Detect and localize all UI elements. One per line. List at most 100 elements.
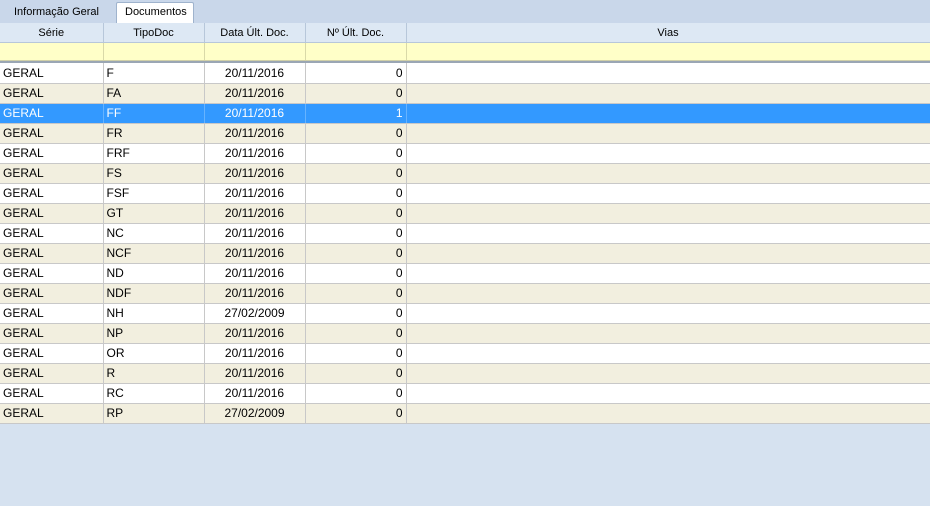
cell-tipodoc[interactable]: NP (103, 323, 205, 344)
column-header-data-ult-doc[interactable]: Data Últ. Doc. (204, 23, 306, 43)
cell-serie[interactable]: GERAL (0, 63, 104, 84)
cell-serie[interactable]: GERAL (0, 123, 104, 144)
cell-vias[interactable] (406, 363, 930, 384)
cell-tipodoc[interactable]: FS (103, 163, 205, 184)
cell-num-ult-doc[interactable]: 0 (305, 283, 407, 304)
cell-serie[interactable]: GERAL (0, 263, 104, 284)
cell-data-ult-doc[interactable]: 20/11/2016 (204, 103, 306, 124)
table-row[interactable]: GERAL RC 20/11/2016 0 (0, 383, 930, 404)
cell-tipodoc[interactable]: FF (103, 103, 205, 124)
cell-vias[interactable] (406, 123, 930, 144)
cell-data-ult-doc[interactable]: 20/11/2016 (204, 363, 306, 384)
cell-vias[interactable] (406, 63, 930, 84)
cell-vias[interactable] (406, 243, 930, 264)
cell-tipodoc[interactable]: GT (103, 203, 205, 224)
table-row[interactable]: GERAL NP 20/11/2016 0 (0, 323, 930, 344)
cell-data-ult-doc[interactable]: 20/11/2016 (204, 203, 306, 224)
cell-serie[interactable]: GERAL (0, 243, 104, 264)
cell-data-ult-doc[interactable]: 20/11/2016 (204, 163, 306, 184)
cell-serie[interactable]: GERAL (0, 363, 104, 384)
cell-tipodoc[interactable]: ND (103, 263, 205, 284)
filter-cell-tipodoc[interactable] (103, 42, 205, 61)
column-header-serie[interactable]: Série (0, 23, 104, 43)
cell-serie[interactable]: GERAL (0, 343, 104, 364)
cell-tipodoc[interactable]: FR (103, 123, 205, 144)
cell-num-ult-doc[interactable]: 0 (305, 263, 407, 284)
cell-num-ult-doc[interactable]: 0 (305, 183, 407, 204)
cell-num-ult-doc[interactable]: 0 (305, 343, 407, 364)
cell-num-ult-doc[interactable]: 0 (305, 323, 407, 344)
table-row[interactable]: GERAL R 20/11/2016 0 (0, 363, 930, 384)
cell-vias[interactable] (406, 83, 930, 104)
cell-num-ult-doc[interactable]: 0 (305, 143, 407, 164)
cell-num-ult-doc[interactable]: 0 (305, 403, 407, 424)
cell-tipodoc[interactable]: F (103, 63, 205, 84)
cell-vias[interactable] (406, 303, 930, 324)
table-row[interactable]: GERAL FS 20/11/2016 0 (0, 163, 930, 184)
table-row[interactable]: GERAL NCF 20/11/2016 0 (0, 243, 930, 264)
table-row[interactable]: GERAL F 20/11/2016 0 (0, 63, 930, 84)
cell-num-ult-doc[interactable]: 0 (305, 243, 407, 264)
tab-informacao-geral[interactable]: Informação Geral (6, 3, 110, 23)
cell-data-ult-doc[interactable]: 20/11/2016 (204, 63, 306, 84)
cell-tipodoc[interactable]: NCF (103, 243, 205, 264)
cell-vias[interactable] (406, 103, 930, 124)
table-row[interactable]: GERAL NH 27/02/2009 0 (0, 303, 930, 324)
cell-serie[interactable]: GERAL (0, 223, 104, 244)
cell-serie[interactable]: GERAL (0, 383, 104, 404)
cell-serie[interactable]: GERAL (0, 163, 104, 184)
cell-data-ult-doc[interactable]: 20/11/2016 (204, 183, 306, 204)
column-header-num-ult-doc[interactable]: Nº Últ. Doc. (305, 23, 407, 43)
table-row[interactable]: GERAL FA 20/11/2016 0 (0, 83, 930, 104)
cell-num-ult-doc[interactable]: 0 (305, 123, 407, 144)
cell-vias[interactable] (406, 223, 930, 244)
cell-data-ult-doc[interactable]: 20/11/2016 (204, 283, 306, 304)
cell-tipodoc[interactable]: NH (103, 303, 205, 324)
cell-serie[interactable]: GERAL (0, 323, 104, 344)
cell-serie[interactable]: GERAL (0, 203, 104, 224)
cell-serie[interactable]: GERAL (0, 403, 104, 424)
cell-num-ult-doc[interactable]: 0 (305, 383, 407, 404)
cell-data-ult-doc[interactable]: 20/11/2016 (204, 223, 306, 244)
column-header-vias[interactable]: Vias (406, 23, 930, 43)
table-row[interactable]: GERAL FR 20/11/2016 0 (0, 123, 930, 144)
tab-documentos[interactable]: Documentos (116, 2, 194, 23)
cell-vias[interactable] (406, 163, 930, 184)
cell-vias[interactable] (406, 403, 930, 424)
cell-data-ult-doc[interactable]: 27/02/2009 (204, 403, 306, 424)
cell-num-ult-doc[interactable]: 0 (305, 223, 407, 244)
cell-tipodoc[interactable]: FRF (103, 143, 205, 164)
cell-serie[interactable]: GERAL (0, 303, 104, 324)
cell-num-ult-doc[interactable]: 1 (305, 103, 407, 124)
cell-vias[interactable] (406, 203, 930, 224)
cell-tipodoc[interactable]: FA (103, 83, 205, 104)
cell-data-ult-doc[interactable]: 20/11/2016 (204, 123, 306, 144)
cell-tipodoc[interactable]: NDF (103, 283, 205, 304)
cell-tipodoc[interactable]: FSF (103, 183, 205, 204)
cell-serie[interactable]: GERAL (0, 103, 104, 124)
cell-data-ult-doc[interactable]: 20/11/2016 (204, 83, 306, 104)
table-row[interactable]: GERAL RP 27/02/2009 0 (0, 403, 930, 424)
cell-num-ult-doc[interactable]: 0 (305, 163, 407, 184)
cell-data-ult-doc[interactable]: 27/02/2009 (204, 303, 306, 324)
cell-num-ult-doc[interactable]: 0 (305, 363, 407, 384)
cell-num-ult-doc[interactable]: 0 (305, 303, 407, 324)
cell-vias[interactable] (406, 143, 930, 164)
cell-tipodoc[interactable]: RC (103, 383, 205, 404)
cell-num-ult-doc[interactable]: 0 (305, 203, 407, 224)
cell-serie[interactable]: GERAL (0, 83, 104, 104)
cell-num-ult-doc[interactable]: 0 (305, 83, 407, 104)
cell-vias[interactable] (406, 183, 930, 204)
table-row[interactable]: GERAL OR 20/11/2016 0 (0, 343, 930, 364)
column-header-tipodoc[interactable]: TipoDoc (103, 23, 205, 43)
cell-tipodoc[interactable]: R (103, 363, 205, 384)
table-row[interactable]: GERAL NDF 20/11/2016 0 (0, 283, 930, 304)
filter-cell-num[interactable] (305, 42, 407, 61)
cell-serie[interactable]: GERAL (0, 283, 104, 304)
filter-cell-vias[interactable] (406, 42, 930, 61)
cell-data-ult-doc[interactable]: 20/11/2016 (204, 263, 306, 284)
filter-cell-serie[interactable] (0, 42, 104, 61)
cell-tipodoc[interactable]: NC (103, 223, 205, 244)
table-row[interactable]: GERAL GT 20/11/2016 0 (0, 203, 930, 224)
cell-serie[interactable]: GERAL (0, 143, 104, 164)
